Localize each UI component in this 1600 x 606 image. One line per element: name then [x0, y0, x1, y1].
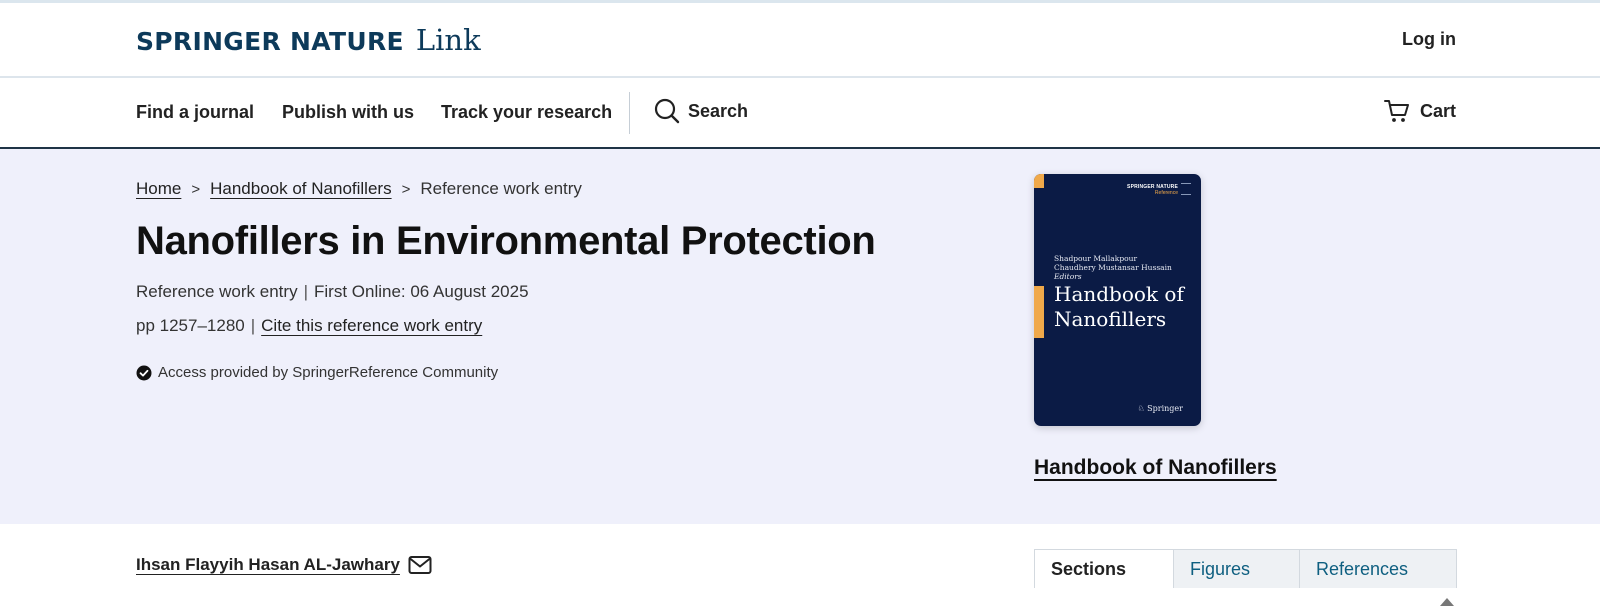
- main-nav: Find a journal Publish with us Track you…: [0, 78, 1600, 149]
- book-title-link[interactable]: Handbook of Nanofillers: [1034, 456, 1277, 480]
- bracket-icon: [1181, 183, 1191, 195]
- springer-nature-link-logo[interactable]: SPRINGER NATURE Link: [136, 23, 481, 57]
- page-title: Nanofillers in Environmental Protection: [136, 219, 876, 263]
- breadcrumb: Home > Handbook of Nanofillers > Referen…: [136, 179, 582, 199]
- first-online-date: First Online: 06 August 2025: [314, 282, 529, 301]
- nav-track-research[interactable]: Track your research: [441, 102, 612, 123]
- cover-publisher-logo: ♘ Springer: [1137, 404, 1183, 413]
- content-tabs: Sections Figures References: [1034, 549, 1457, 588]
- springer-horse-icon: ♘: [1137, 404, 1145, 413]
- cover-editors-label: Editors: [1054, 272, 1082, 281]
- search-icon: [654, 98, 680, 124]
- nav-publish-with-us[interactable]: Publish with us: [282, 102, 414, 123]
- cover-accent-tab: [1034, 174, 1044, 188]
- article-type: Reference work entry: [136, 282, 298, 301]
- nav-find-journal[interactable]: Find a journal: [136, 102, 254, 123]
- login-link[interactable]: Log in: [1402, 29, 1456, 50]
- cover-title-line-2: Nanofillers: [1054, 307, 1167, 331]
- chevron-right-icon: >: [191, 180, 201, 198]
- author-name-link[interactable]: Ihsan Flayyih Hasan AL-Jawhary: [136, 555, 400, 575]
- check-circle-icon: [136, 365, 152, 380]
- article-hero: Home > Handbook of Nanofillers > Referen…: [0, 149, 1600, 524]
- article-meta: Reference work entry | First Online: 06 Au…: [136, 282, 529, 302]
- chevron-right-icon: >: [401, 180, 411, 198]
- logo-sub-text: Link: [415, 23, 481, 57]
- meta-separator: |: [250, 316, 256, 335]
- nav-divider: [629, 92, 630, 134]
- cover-editor-2: Chaudhery Mustansar Hussain: [1054, 263, 1172, 272]
- cart-label: Cart: [1419, 100, 1456, 121]
- cover-title-line-1: Handbook of: [1054, 282, 1184, 306]
- tab-references[interactable]: References: [1299, 550, 1456, 588]
- article-pages-row: pp 1257–1280 | Cite this reference work en…: [136, 316, 482, 336]
- page-range: pp 1257–1280: [136, 316, 245, 335]
- meta-separator: |: [303, 282, 308, 301]
- envelope-icon[interactable]: [408, 555, 432, 575]
- access-text: Access provided by SpringerReference Com…: [158, 364, 499, 381]
- cite-link[interactable]: Cite this reference work entry: [261, 316, 482, 335]
- cart-icon: [1383, 100, 1409, 122]
- search-label: Search: [688, 100, 749, 121]
- breadcrumb-current: Reference work entry: [420, 179, 582, 198]
- nav-cart-button[interactable]: Cart: [1383, 98, 1456, 124]
- nav-search-button[interactable]: Search: [654, 98, 748, 124]
- cover-title: Handbook of Nanofillers: [1054, 282, 1184, 332]
- access-notice: Access provided by SpringerReference Com…: [136, 364, 498, 381]
- scroll-up-caret-icon[interactable]: [1440, 598, 1454, 606]
- cover-publisher-name: Springer: [1147, 404, 1183, 413]
- logo-brand-text: SPRINGER NATURE: [136, 27, 404, 56]
- cover-editors: Shadpour Mallakpour Chaudhery Mustansar …: [1054, 254, 1172, 281]
- cover-accent-tab: [1034, 286, 1044, 338]
- breadcrumb-book[interactable]: Handbook of Nanofillers: [210, 179, 391, 199]
- tab-figures[interactable]: Figures: [1173, 550, 1299, 588]
- author-row: Ihsan Flayyih Hasan AL-Jawhary: [136, 555, 432, 575]
- cover-editor-1: Shadpour Mallakpour: [1054, 254, 1138, 263]
- breadcrumb-home[interactable]: Home: [136, 179, 181, 199]
- cover-brand-sub: Reference: [1154, 190, 1178, 196]
- site-header: SPRINGER NATURE Link Log in: [0, 3, 1600, 78]
- book-cover[interactable]: SPRINGER NATURE Reference Shadpour Malla…: [1034, 174, 1201, 426]
- tab-sections[interactable]: Sections: [1035, 550, 1173, 588]
